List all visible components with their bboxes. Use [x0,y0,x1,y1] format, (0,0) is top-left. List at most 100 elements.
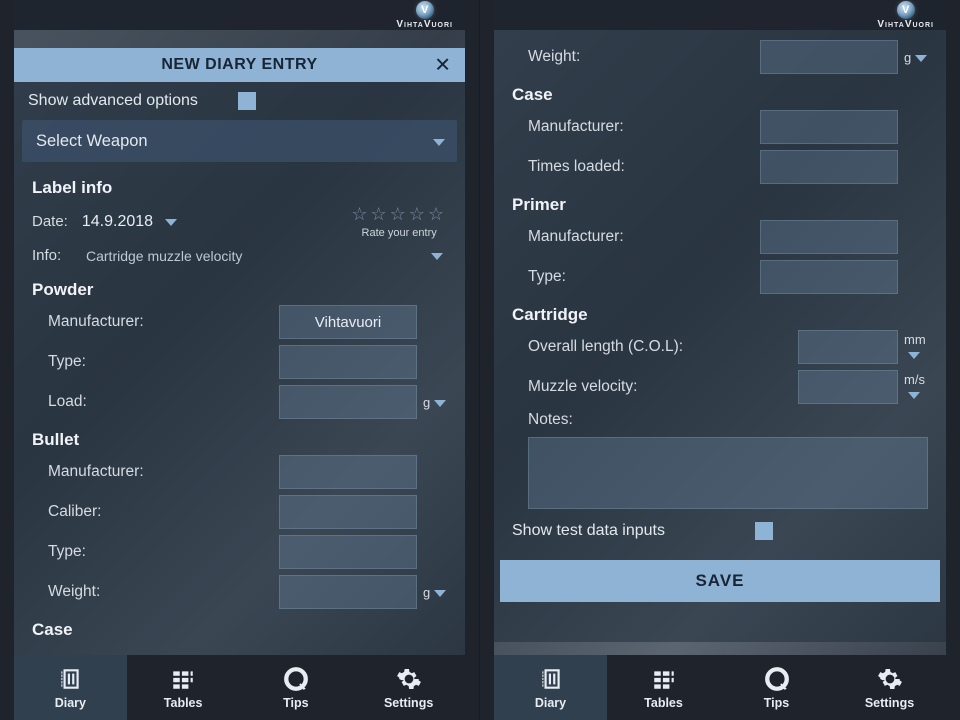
bullet-weight-unit[interactable]: g [417,585,447,600]
brand-logo-icon: V [897,1,915,19]
primer-type-label: Type: [528,268,760,286]
cartridge-muzzle-label: Muzzle velocity: [528,378,798,396]
settings-icon [876,666,904,692]
new-diary-modal-continued: Weight: g Case Manufacturer: Times loade… [494,30,946,642]
bullet-manufacturer-label: Manufacturer: [48,463,279,481]
rating-sublabel: Rate your entry [351,227,447,239]
powder-manufacturer-label: Manufacturer: [48,313,279,331]
case-manufacturer-input[interactable] [760,110,898,144]
bullet-type-label: Type: [48,543,279,561]
primer-type-input[interactable] [760,260,898,294]
modal-header: NEW DIARY ENTRY ✕ [14,48,465,82]
chevron-down-icon [915,53,927,65]
brand-logo-wrap: V VihtaVuori [877,1,934,30]
chevron-down-icon [431,248,443,263]
notes-input[interactable] [528,437,928,509]
date-picker[interactable]: 14.9.2018 [82,213,177,231]
show-test-data-checkbox[interactable] [755,522,773,540]
date-label: Date: [32,213,68,230]
cartridge-muzzle-unit[interactable]: m/s [898,372,928,402]
settings-icon [395,666,423,692]
show-test-data-label: Show test data inputs [512,522,665,540]
tables-icon [650,666,678,692]
chevron-down-icon [434,398,446,410]
case-manufacturer-label: Manufacturer: [528,118,760,136]
bullet-weight-label: Weight: [48,583,279,601]
cartridge-muzzle-input[interactable] [798,370,898,404]
diary-icon [537,666,565,692]
powder-load-unit[interactable]: g [417,395,447,410]
tabbar: Diary Tables Tips Settings [14,655,465,720]
section-primer: Primer [494,187,946,217]
tab-tips[interactable]: Tips [240,655,353,720]
tab-settings-label: Settings [384,696,433,710]
rating-stars[interactable]: ☆☆☆☆☆ [351,204,447,225]
weight-label: Weight: [528,48,760,66]
tabbar: Diary Tables Tips Settings [494,655,946,720]
section-bullet: Bullet [14,422,465,452]
brand-logo-wrap: V VihtaVuori [396,1,453,30]
powder-manufacturer-input[interactable]: Vihtavuori [279,305,417,339]
powder-type-input[interactable] [279,345,417,379]
chevron-down-icon [908,390,920,402]
section-case: Case [494,77,946,107]
primer-manufacturer-input[interactable] [760,220,898,254]
chevron-down-icon [908,350,920,362]
tab-settings[interactable]: Settings [352,655,465,720]
chevron-down-icon [433,132,445,151]
diary-icon [56,666,84,692]
date-value: 14.9.2018 [82,213,153,231]
advanced-options-label: Show advanced options [28,92,198,110]
tab-tips-label: Tips [283,696,308,710]
tab-diary[interactable]: Diary [494,655,607,720]
tab-diary-label: Diary [535,696,566,710]
advanced-options-checkbox[interactable] [238,92,256,110]
chevron-down-icon [165,213,177,231]
tab-tables-label: Tables [164,696,203,710]
weight-unit[interactable]: g [898,50,928,65]
tab-tables[interactable]: Tables [607,655,720,720]
primer-manufacturer-label: Manufacturer: [528,228,760,246]
section-cartridge: Cartridge [494,297,946,327]
bullet-caliber-input[interactable] [279,495,417,529]
select-weapon-dropdown[interactable]: Select Weapon [22,120,457,162]
topbar: V VihtaVuori [494,0,946,30]
bullet-type-input[interactable] [279,535,417,569]
weight-input[interactable] [760,40,898,74]
tab-tables[interactable]: Tables [127,655,240,720]
new-diary-modal: NEW DIARY ENTRY ✕ Show advanced options … [14,48,465,655]
tab-diary-label: Diary [55,696,86,710]
section-label-info: Label info [14,170,465,200]
notes-label: Notes: [528,411,928,429]
cartridge-col-label: Overall length (C.O.L): [528,338,798,356]
modal-title: NEW DIARY ENTRY [161,56,317,74]
tab-tables-label: Tables [644,696,683,710]
powder-type-label: Type: [48,353,279,371]
tab-diary[interactable]: Diary [14,655,127,720]
section-case: Case [14,612,465,642]
brand-logo-icon: V [416,1,434,19]
close-icon[interactable]: ✕ [428,49,457,82]
tab-tips[interactable]: Tips [720,655,833,720]
tables-icon [169,666,197,692]
bullet-caliber-label: Caliber: [48,503,279,521]
bullet-weight-input[interactable] [279,575,417,609]
info-select[interactable]: Cartridge muzzle velocity [86,248,447,264]
section-powder: Powder [14,272,465,302]
powder-load-input[interactable] [279,385,417,419]
cartridge-col-input[interactable] [798,330,898,364]
powder-load-label: Load: [48,393,279,411]
info-label: Info: [32,247,72,264]
cartridge-col-unit[interactable]: mm [898,332,928,362]
case-times-loaded-input[interactable] [760,150,898,184]
select-weapon-label: Select Weapon [36,132,148,151]
tab-settings-label: Settings [865,696,914,710]
tab-tips-label: Tips [764,696,789,710]
save-button[interactable]: SAVE [500,560,940,602]
bullet-manufacturer-input[interactable] [279,455,417,489]
case-times-loaded-label: Times loaded: [528,158,760,176]
tips-icon [282,666,310,692]
brand-name: VihtaVuori [396,19,453,30]
tab-settings[interactable]: Settings [833,655,946,720]
tips-icon [763,666,791,692]
